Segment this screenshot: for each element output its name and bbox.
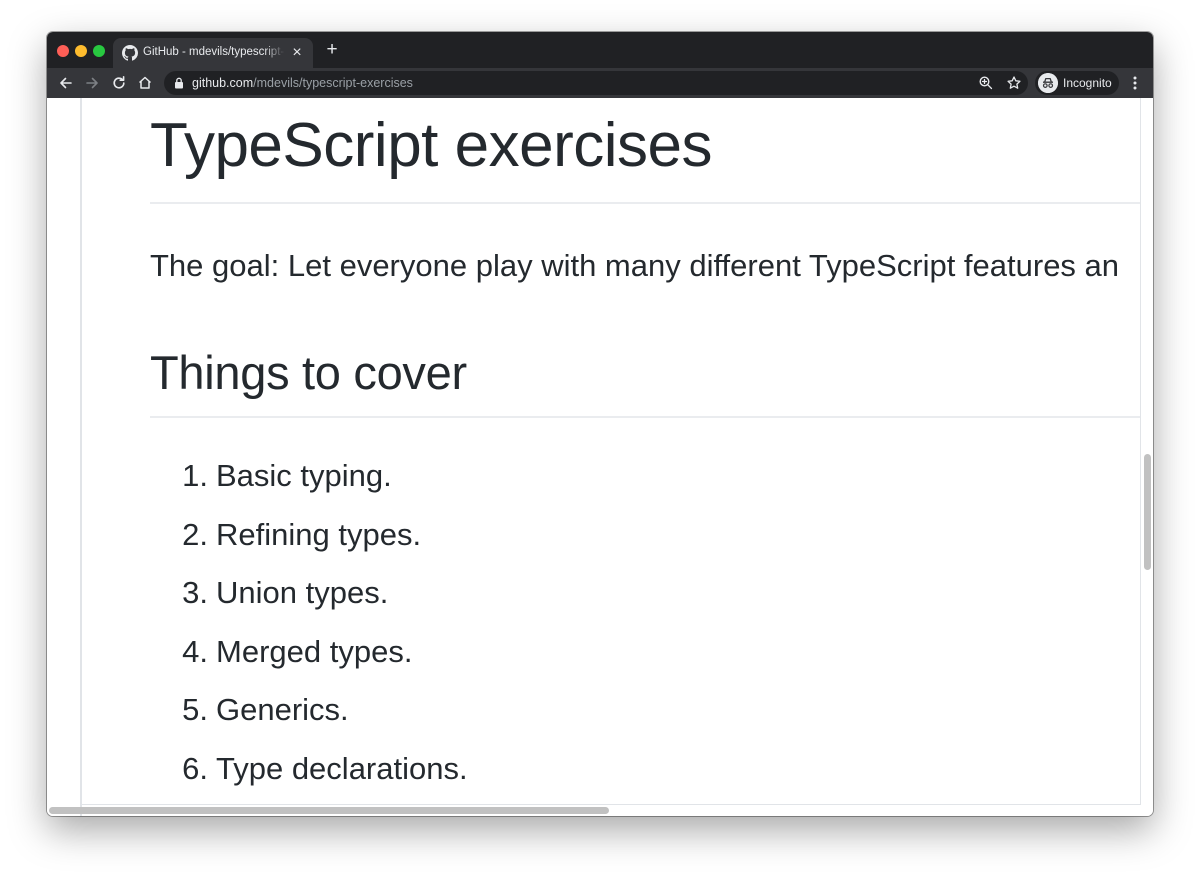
title-divider — [150, 202, 1140, 204]
readme-border-bottom — [82, 804, 1141, 805]
reload-icon[interactable] — [110, 74, 128, 92]
lock-icon[interactable] — [174, 77, 184, 89]
readme-title: TypeScript exercises — [150, 111, 713, 180]
list-item-number: 3. — [182, 575, 208, 610]
list-item-number: 6. — [182, 750, 208, 786]
readme-border-right — [1140, 98, 1141, 804]
list-item-text: Union types. — [216, 575, 389, 610]
url-text[interactable]: github.com/mdevils/typescript-exercises — [192, 76, 413, 90]
tab-title: GitHub - mdevils/typescript-exercises — [143, 46, 285, 58]
list-item-text: Type declarations. — [216, 750, 468, 786]
incognito-icon — [1038, 73, 1058, 93]
tab-github-typescript-exercises[interactable]: GitHub - mdevils/typescript-exercises × — [113, 38, 313, 68]
readme-content: TypeScript exercises The goal: Let every… — [150, 98, 1140, 804]
zoom-icon[interactable] — [978, 75, 994, 91]
vertical-scrollbar-thumb[interactable] — [1144, 454, 1151, 570]
bookmark-star-icon[interactable] — [1006, 75, 1022, 91]
close-window-button[interactable] — [57, 45, 69, 57]
topics-list: 1. Basic typing. 2. Refining types. 3. U… — [150, 454, 1140, 804]
forward-arrow-icon[interactable] — [83, 74, 101, 92]
address-bar[interactable]: github.com/mdevils/typescript-exercises — [164, 71, 1028, 95]
list-item: 3. Union types. — [150, 571, 1140, 630]
list-item-text: Generics. — [216, 692, 349, 727]
list-item: 6. Type declarations. — [150, 747, 1140, 805]
new-tab-button[interactable]: + — [323, 40, 341, 59]
section-heading-things-to-cover: Things to cover — [150, 346, 467, 399]
horizontal-scrollbar-thumb[interactable] — [49, 807, 609, 814]
list-item-number: 1. — [182, 458, 208, 493]
list-item-number: 5. — [182, 692, 208, 727]
list-item-text: Merged types. — [216, 633, 413, 669]
list-item: 2. Refining types. — [150, 513, 1140, 572]
section-divider — [150, 416, 1140, 418]
home-icon[interactable] — [136, 74, 154, 92]
list-item-number: 4. — [182, 633, 208, 669]
back-arrow-icon[interactable] — [57, 74, 75, 92]
minimize-window-button[interactable] — [75, 45, 87, 57]
browser-toolbar: github.com/mdevils/typescript-exercises … — [47, 68, 1153, 98]
profile-label: Incognito — [1063, 76, 1112, 90]
profile-button[interactable]: Incognito — [1035, 71, 1119, 95]
list-item-text: Refining types. — [216, 516, 422, 552]
tab-strip: GitHub - mdevils/typescript-exercises × … — [47, 32, 1153, 68]
url-host: github.com — [192, 76, 254, 90]
list-item: 1. Basic typing. — [150, 454, 1140, 513]
list-item-text: Basic typing. — [216, 458, 392, 493]
page-viewport: TypeScript exercises The goal: Let every… — [47, 98, 1153, 816]
url-path: /mdevils/typescript-exercises — [253, 76, 413, 90]
list-item-number: 2. — [182, 516, 208, 552]
list-item: 5. Generics. — [150, 688, 1140, 747]
readme-goal-paragraph: The goal: Let everyone play with many di… — [150, 248, 1120, 283]
github-icon — [122, 45, 138, 61]
close-tab-icon[interactable]: × — [289, 45, 305, 61]
maximize-window-button[interactable] — [93, 45, 105, 57]
browser-window: GitHub - mdevils/typescript-exercises × … — [47, 32, 1153, 816]
more-menu-icon[interactable] — [1127, 74, 1143, 92]
list-item: 4. Merged types. — [150, 630, 1140, 689]
readme-border-left — [80, 98, 82, 816]
